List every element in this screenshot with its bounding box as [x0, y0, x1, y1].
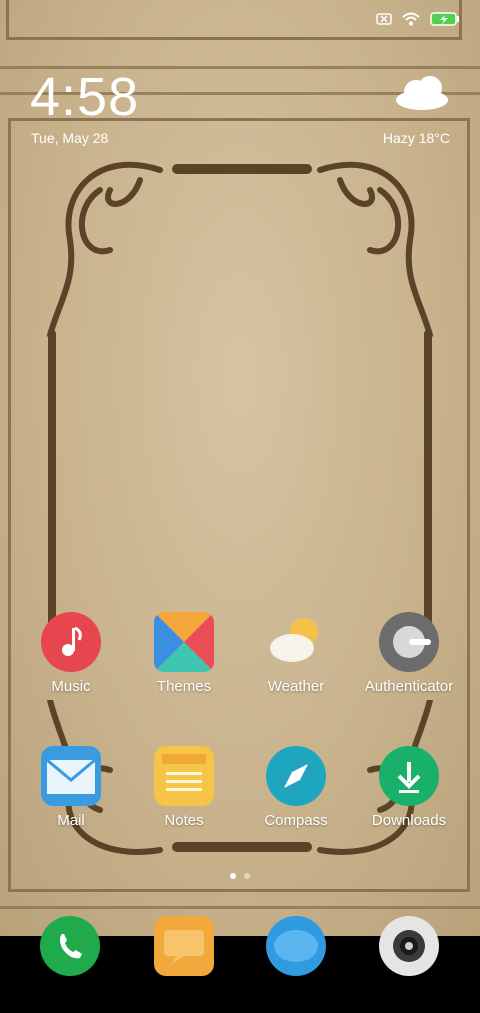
app-music[interactable]: Music	[21, 612, 121, 695]
page-dot[interactable]	[244, 873, 250, 879]
app-mail[interactable]: Mail	[21, 746, 121, 829]
page-indicator	[0, 873, 480, 879]
ornament-bar-bottom	[172, 842, 312, 852]
app-notes[interactable]: Notes	[134, 746, 234, 829]
authenticator-icon	[379, 612, 439, 672]
status-bar	[376, 12, 460, 26]
camera-icon[interactable]	[379, 916, 439, 976]
app-authenticator[interactable]: Authenticator	[359, 612, 459, 695]
page-dot-active[interactable]	[230, 873, 236, 879]
app-weather[interactable]: Weather	[246, 612, 346, 695]
phone-icon[interactable]	[40, 916, 100, 976]
music-note-icon	[41, 612, 101, 672]
app-label: Notes	[164, 812, 204, 829]
weather-summary[interactable]: Hazy 18°C	[383, 130, 450, 146]
app-compass[interactable]: Compass	[246, 746, 346, 829]
flourish-top-right	[317, 161, 433, 338]
wifi-icon	[402, 12, 420, 26]
app-label: Music	[51, 678, 91, 695]
ornament-bar-left	[48, 330, 56, 660]
app-downloads[interactable]: Downloads	[359, 746, 459, 829]
download-icon	[379, 746, 439, 806]
compass-icon	[266, 746, 326, 806]
themes-icon	[154, 612, 214, 672]
mail-icon	[41, 746, 101, 806]
clock-time[interactable]: 4:58	[30, 70, 139, 124]
battery-charging-icon	[430, 12, 459, 26]
clock-date[interactable]: Tue, May 28	[31, 130, 108, 146]
app-label: Themes	[156, 678, 212, 695]
flourish-top-left	[47, 161, 163, 338]
app-label: Authenticator	[364, 678, 454, 695]
ornament-bar-right	[424, 330, 432, 660]
app-label: Weather	[267, 678, 325, 695]
app-label: Mail	[57, 812, 85, 829]
browser-icon[interactable]	[266, 916, 326, 976]
notes-icon	[154, 746, 214, 806]
weather-icon	[266, 612, 326, 672]
app-themes[interactable]: Themes	[134, 612, 234, 695]
ornament-bar-top	[172, 164, 312, 174]
app-label: Downloads	[371, 812, 447, 829]
frame-band	[0, 906, 480, 909]
messages-icon[interactable]	[154, 916, 214, 976]
cloud-icon[interactable]	[394, 74, 450, 110]
sim-none-icon	[376, 13, 392, 25]
app-label: Compass	[264, 812, 328, 829]
